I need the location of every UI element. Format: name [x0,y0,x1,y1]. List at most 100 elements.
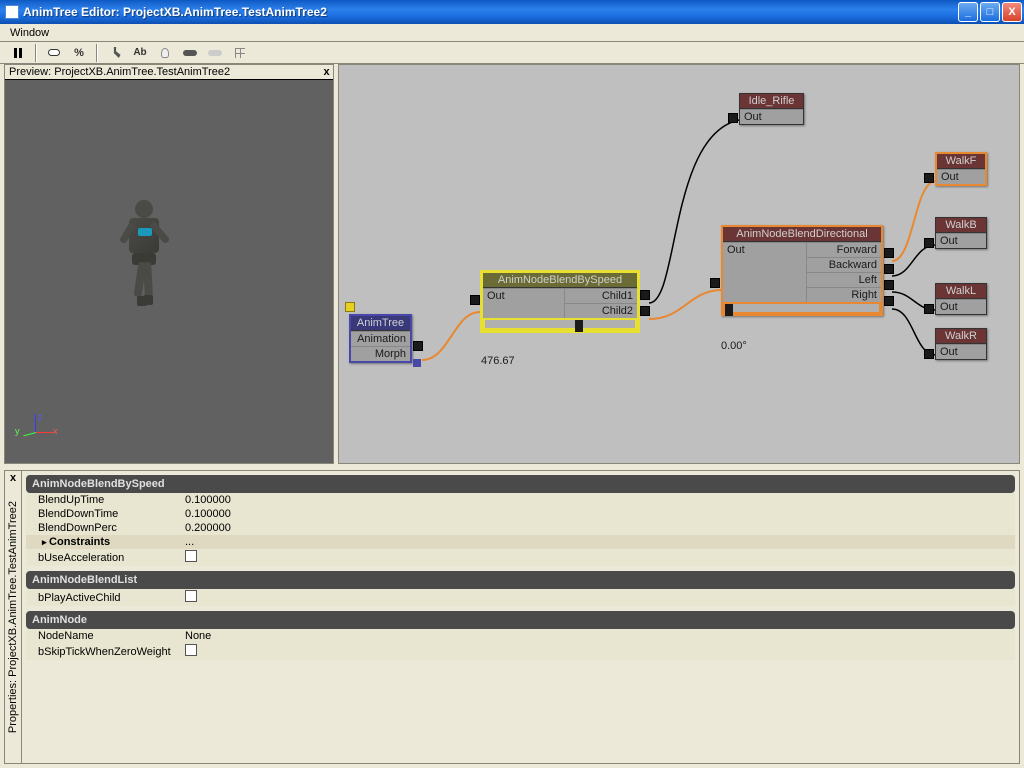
readout-directional: 0.00° [721,340,747,352]
connector[interactable] [884,296,894,306]
menu-window[interactable]: Window [4,27,55,39]
bulb-icon [161,48,169,58]
node-blendbyspeed[interactable]: AnimNodeBlendBySpeed Out Child1 Child2 [481,271,639,332]
node-title: AnimNodeBlendDirectional [723,227,881,242]
connector[interactable] [884,264,894,274]
light-button[interactable] [155,44,175,62]
node-title: Idle_Rifle [740,94,803,109]
prop-row[interactable]: bUseAcceleration [26,549,1015,566]
preview-title-bar: Preview: ProjectXB.AnimTree.TestAnimTree… [5,65,333,80]
node-slider[interactable] [483,318,637,330]
prop-row[interactable]: BlendUpTime 0.100000 [26,493,1015,507]
prop-section-header[interactable]: AnimNodeBlendList [26,571,1015,589]
character-mesh [120,200,159,265]
node-walkl[interactable]: WalkL Out [935,283,987,315]
eye-icon [48,49,60,56]
node-blenddirectional[interactable]: AnimNodeBlendDirectional Out Forward Bac… [721,225,883,316]
close-button[interactable]: X [1002,2,1022,22]
node-animtree[interactable]: AnimTree Animation Morph [349,314,412,363]
connector[interactable] [884,280,894,290]
connector[interactable] [640,306,650,316]
properties-panel: x Properties: ProjectXB.AnimTree.TestAni… [4,470,1020,764]
node-walkb[interactable]: WalkB Out [935,217,987,249]
node-walkf[interactable]: WalkF Out [935,152,987,186]
port-out[interactable]: Out [740,109,803,124]
bone-icon [208,50,222,56]
checkbox-useaccel[interactable] [185,550,197,562]
properties-sidebar-label: Properties: ProjectXB.AnimTree.TestAnimT… [7,501,19,733]
preview-viewport[interactable]: z x y [5,80,333,463]
grid-button[interactable] [230,44,250,62]
checkbox-playactive[interactable] [185,590,197,602]
port-forward[interactable]: Forward [807,242,882,257]
wrench-icon [110,47,121,58]
checkbox-skiptick[interactable] [185,644,197,656]
properties-close-button[interactable]: x [10,472,16,484]
preview-title: Preview: ProjectXB.AnimTree.TestAnimTree… [9,66,230,78]
prop-row[interactable]: BlendDownPerc 0.200000 [26,521,1015,535]
properties-content[interactable]: AnimNodeBlendBySpeed BlendUpTime 0.10000… [22,470,1020,764]
bone-dark-icon [183,50,197,56]
node-walkr[interactable]: WalkR Out [935,328,987,360]
node-slider[interactable] [723,302,881,314]
node-title: AnimNodeBlendBySpeed [483,273,637,288]
node-title: WalkB [936,218,986,233]
port-out[interactable]: Out [936,299,986,314]
node-title: WalkL [936,284,986,299]
port-out[interactable]: Out [936,233,986,248]
prop-row[interactable]: NodeName None [26,629,1015,643]
bone-light-button[interactable] [205,44,225,62]
connector[interactable] [640,290,650,300]
port-morph[interactable]: Morph [351,346,410,361]
preview-visible-button[interactable] [44,44,64,62]
port-animation[interactable]: Animation [351,331,410,346]
port-backward[interactable]: Backward [807,257,882,272]
prop-section-header[interactable]: AnimNode [26,611,1015,629]
preview-close-button[interactable]: x [320,66,333,78]
axis-gizmo: z x y [20,414,54,448]
active-indicator [345,302,355,312]
node-idle-rifle[interactable]: Idle_Rifle Out [739,93,804,125]
port-child1[interactable]: Child1 [565,288,638,303]
connector[interactable] [924,349,934,359]
pause-button[interactable] [8,44,28,62]
connector[interactable] [924,238,934,248]
prop-section-header[interactable]: AnimNodeBlendBySpeed [26,475,1015,493]
window-titlebar: AnimTree Editor: ProjectXB.AnimTree.Test… [0,0,1024,24]
node-title: WalkR [936,329,986,344]
port-out[interactable]: Out [483,288,565,318]
labels-button[interactable]: Ab [130,44,150,62]
prop-row[interactable]: bPlayActiveChild [26,589,1015,606]
tools-button[interactable] [105,44,125,62]
minimize-button[interactable]: _ [958,2,978,22]
readout-blendbyspeed: 476.67 [481,355,515,367]
prop-row-constraints[interactable]: Constraints ... [26,535,1015,549]
grid-icon [235,48,245,58]
connector[interactable] [884,248,894,258]
connector[interactable] [470,295,480,305]
port-out[interactable]: Out [723,242,807,302]
prop-row[interactable]: BlendDownTime 0.100000 [26,507,1015,521]
menu-bar: Window [0,24,1024,42]
bone-button[interactable] [180,44,200,62]
connector-morph[interactable] [413,359,421,367]
port-out[interactable]: Out [937,169,985,184]
port-right[interactable]: Right [807,287,882,302]
port-left[interactable]: Left [807,272,882,287]
prop-row[interactable]: bSkipTickWhenZeroWeight [26,643,1015,660]
toolbar: % Ab [0,42,1024,64]
percent-button[interactable]: % [69,44,89,62]
node-title: AnimTree [351,316,410,331]
preview-panel: Preview: ProjectXB.AnimTree.TestAnimTree… [4,64,334,464]
connector[interactable] [728,113,738,123]
port-out[interactable]: Out [936,344,986,359]
maximize-button[interactable]: □ [980,2,1000,22]
app-icon [5,5,19,19]
connector[interactable] [710,278,720,288]
properties-sidebar: x Properties: ProjectXB.AnimTree.TestAni… [4,470,22,764]
connector[interactable] [924,304,934,314]
connector[interactable] [413,341,423,351]
port-child2[interactable]: Child2 [565,303,638,318]
connector[interactable] [924,173,934,183]
node-graph[interactable]: AnimTree Animation Morph AnimNodeBlendBy… [338,64,1020,464]
